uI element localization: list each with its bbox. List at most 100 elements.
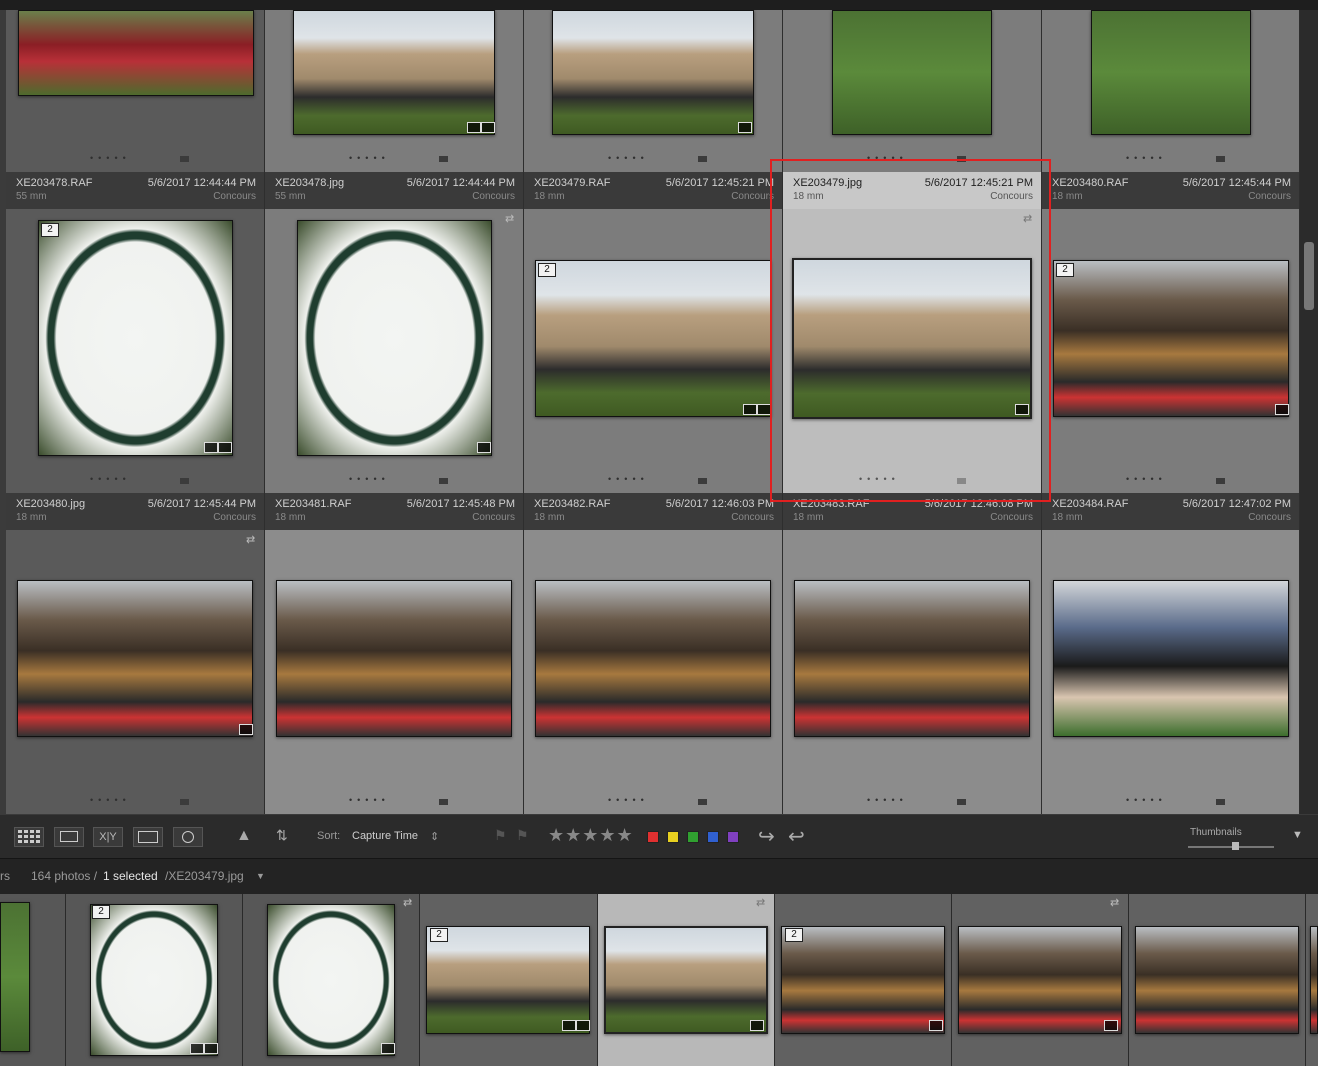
stack-count-badge[interactable]: 2 — [92, 905, 110, 919]
grid-cell-top-4[interactable]: ••••• — [783, 10, 1042, 172]
stack-count-badge[interactable]: 2 — [430, 928, 448, 942]
filmstrip-thumbnail[interactable] — [90, 904, 218, 1056]
sort-direction-icon[interactable]: ⇅ — [276, 827, 288, 844]
photo-thumbnail[interactable] — [832, 10, 992, 135]
photo-thumbnail[interactable] — [552, 10, 754, 135]
flag-marker[interactable] — [957, 156, 966, 162]
chevron-updown-icon[interactable]: ⇕ — [430, 830, 439, 843]
color-label-yellow[interactable] — [667, 831, 679, 843]
stack-count-badge[interactable]: 2 — [1056, 263, 1074, 277]
rating-dots[interactable]: ••••• — [90, 795, 131, 805]
photo-thumbnail[interactable] — [297, 220, 492, 456]
rating-dots[interactable]: ••••• — [349, 474, 390, 484]
slider-knob[interactable] — [1232, 842, 1239, 850]
color-label-green[interactable] — [687, 831, 699, 843]
grid-cell[interactable]: XE203478.jpg 5/6/2017 12:44:44 PM 55 mm … — [265, 172, 524, 493]
photo-thumbnail[interactable] — [535, 260, 771, 417]
filmstrip-thumbnail[interactable] — [1310, 926, 1318, 1034]
grid-cell[interactable]: XE203482.RAF 5/6/2017 12:46:03 PM 18 mm … — [524, 493, 783, 814]
rotate-right-icon[interactable]: ↩ — [788, 824, 805, 849]
rotate-left-icon[interactable]: ↪ — [758, 824, 775, 849]
rating-dots[interactable]: ••••• — [608, 795, 649, 805]
photo-thumbnail[interactable] — [792, 258, 1032, 419]
color-label-purple[interactable] — [727, 831, 739, 843]
photo-thumbnail[interactable] — [18, 10, 254, 96]
filmstrip-item[interactable]: ⇄ — [243, 894, 420, 1066]
grid-cell-top-5[interactable]: ••••• — [1042, 10, 1300, 172]
stack-count-badge[interactable]: 2 — [785, 928, 803, 942]
selected-filename[interactable]: /XE203479.jpg — [165, 869, 244, 883]
grid-cell[interactable]: XE203483.RAF 5/6/2017 12:46:08 PM 18 mm … — [783, 493, 1042, 814]
rating-dots[interactable]: ••••• — [1126, 795, 1167, 805]
flag-marker[interactable] — [439, 478, 448, 484]
grid-cell[interactable]: XE203479.RAF 5/6/2017 12:45:21 PM 18 mm … — [524, 172, 783, 493]
flag-marker[interactable] — [957, 799, 966, 805]
rating-dots[interactable]: ••••• — [867, 795, 908, 805]
compare-view-button[interactable]: X|Y — [93, 827, 123, 847]
flag-marker[interactable] — [957, 478, 966, 484]
rating-dots[interactable]: ••••• — [90, 153, 131, 163]
sync-icon[interactable]: ⇄ — [1023, 212, 1032, 225]
stack-count-badge[interactable]: 2 — [538, 263, 556, 277]
sync-icon[interactable]: ⇄ — [403, 896, 412, 909]
grid-view-button[interactable] — [14, 827, 44, 847]
filmstrip-item[interactable] — [0, 894, 66, 1066]
photo-thumbnail[interactable] — [38, 220, 233, 456]
filmstrip-item[interactable] — [1129, 894, 1306, 1066]
grid-cell-top-1[interactable]: ••••• — [6, 10, 265, 172]
grid-cell[interactable]: XE203484.RAF 5/6/2017 12:47:02 PM 18 mm … — [1042, 493, 1300, 814]
rating-dots[interactable]: ••••• — [349, 153, 390, 163]
sort-dropdown[interactable]: Capture Time — [352, 830, 418, 842]
flag-marker[interactable] — [698, 478, 707, 484]
stack-count-badge[interactable]: 2 — [41, 223, 59, 237]
photo-thumbnail[interactable] — [1053, 580, 1289, 737]
people-view-button[interactable] — [173, 827, 203, 847]
flag-marker[interactable] — [1216, 799, 1225, 805]
thumbnail-size-slider[interactable] — [1188, 846, 1274, 848]
survey-view-button[interactable] — [133, 827, 163, 847]
flag-pick-icon[interactable]: ⚑ — [494, 827, 507, 844]
photo-thumbnail[interactable] — [276, 580, 512, 737]
sync-icon[interactable]: ⇄ — [1110, 896, 1119, 909]
flag-marker[interactable] — [439, 156, 448, 162]
filmstrip-item[interactable]: 2 — [66, 894, 243, 1066]
scrollbar-thumb[interactable] — [1304, 242, 1314, 310]
flag-marker[interactable] — [698, 156, 707, 162]
flag-marker[interactable] — [1216, 478, 1225, 484]
sync-icon[interactable]: ⇄ — [505, 212, 514, 225]
filmstrip-thumbnail[interactable] — [781, 926, 945, 1034]
photo-thumbnail[interactable] — [17, 580, 253, 737]
filmstrip-thumbnail[interactable] — [958, 926, 1122, 1034]
color-label-red[interactable] — [647, 831, 659, 843]
rating-dots[interactable]: ••••• — [90, 474, 131, 484]
rating-dots[interactable]: ••••• — [1126, 153, 1167, 163]
rating-dots[interactable]: ••••• — [608, 153, 649, 163]
grid-cell[interactable]: XE203481.RAF 5/6/2017 12:45:48 PM 18 mm … — [265, 493, 524, 814]
grid-cell[interactable]: XE203478.RAF 5/6/2017 12:44:44 PM 55 mm … — [6, 172, 265, 493]
grid-cell-selected[interactable]: XE203479.jpg 5/6/2017 12:45:21 PM 18 mm … — [783, 172, 1042, 493]
loupe-view-button[interactable] — [54, 827, 84, 847]
rating-dots[interactable]: ••••• — [1126, 474, 1167, 484]
spray-can-icon[interactable]: ▲ — [236, 827, 252, 845]
grid-cell-top-2[interactable]: ••••• — [265, 10, 524, 172]
flag-reject-icon[interactable]: ⚑ — [516, 827, 529, 844]
photo-thumbnail[interactable] — [1053, 260, 1289, 417]
photo-thumbnail[interactable] — [794, 580, 1030, 737]
grid-cell-top-3[interactable]: ••••• — [524, 10, 783, 172]
filename-dropdown-icon[interactable]: ▼ — [256, 871, 265, 881]
toolbar-menu-chevron-icon[interactable]: ▼ — [1292, 829, 1303, 841]
rating-dots[interactable]: ••••• — [608, 474, 649, 484]
flag-marker[interactable] — [439, 799, 448, 805]
sync-icon[interactable]: ⇄ — [246, 533, 255, 546]
photo-thumbnail[interactable] — [535, 580, 771, 737]
filmstrip-thumbnail[interactable] — [426, 926, 590, 1034]
grid-cell[interactable]: XE203480.jpg 5/6/2017 12:45:44 PM 18 mm … — [6, 493, 265, 814]
filmstrip-item[interactable]: 2 — [775, 894, 952, 1066]
rating-dots[interactable]: ••••• — [859, 474, 900, 484]
filmstrip-item-selected[interactable]: ⇄ — [598, 894, 775, 1066]
flag-marker[interactable] — [180, 156, 189, 162]
rating-dots[interactable]: ••••• — [349, 795, 390, 805]
flag-marker[interactable] — [698, 799, 707, 805]
filmstrip-thumbnail[interactable] — [1135, 926, 1299, 1034]
photo-thumbnail[interactable] — [1091, 10, 1251, 135]
